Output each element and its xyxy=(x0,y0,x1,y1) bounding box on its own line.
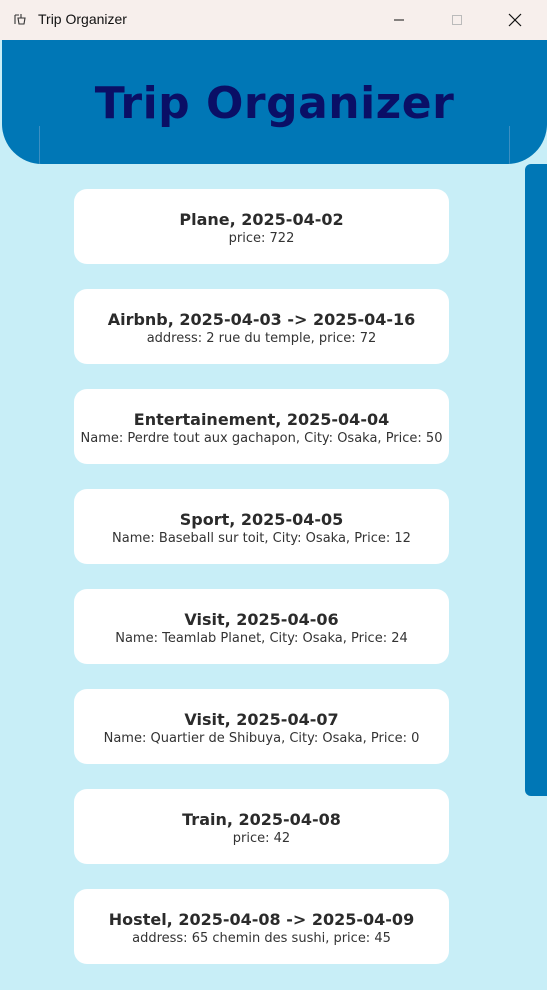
item-title: Plane, 2025-04-02 xyxy=(179,209,344,229)
item-detail: Name: Perdre tout aux gachapon, City: Os… xyxy=(80,430,443,446)
close-button[interactable] xyxy=(492,0,538,40)
header-divider-left xyxy=(39,126,40,164)
minimize-button[interactable] xyxy=(376,0,422,40)
item-detail: Name: Teamlab Planet, City: Osaka, Price… xyxy=(115,630,408,646)
list-item[interactable]: Plane, 2025-04-02 price: 722 xyxy=(74,189,449,264)
item-detail: Name: Baseball sur toit, City: Osaka, Pr… xyxy=(112,530,411,546)
list-item[interactable]: Sport, 2025-04-05 Name: Baseball sur toi… xyxy=(74,489,449,564)
scrollbar-thumb[interactable] xyxy=(525,164,547,796)
item-detail: price: 42 xyxy=(232,830,291,846)
item-detail: address: 2 rue du temple, price: 72 xyxy=(146,330,377,346)
item-title: Airbnb, 2025-04-03 -> 2025-04-16 xyxy=(107,309,416,329)
item-detail: price: 722 xyxy=(228,230,295,246)
item-detail: address: 65 chemin des sushi, price: 45 xyxy=(132,930,391,946)
list-item[interactable]: Entertainement, 2025-04-04 Name: Perdre … xyxy=(74,389,449,464)
app-window: Trip Organizer Trip Organizer Plane, 202… xyxy=(0,0,547,990)
list-item[interactable]: Airbnb, 2025-04-03 -> 2025-04-16 address… xyxy=(74,289,449,364)
close-icon xyxy=(508,13,522,27)
trip-item-list: Plane, 2025-04-02 price: 722 Airbnb, 202… xyxy=(74,189,449,989)
app-header: Trip Organizer xyxy=(2,40,547,164)
item-title: Sport, 2025-04-05 xyxy=(179,509,344,529)
list-item[interactable]: Visit, 2025-04-06 Name: Teamlab Planet, … xyxy=(74,589,449,664)
window-title: Trip Organizer xyxy=(38,11,127,27)
minimize-icon xyxy=(394,19,404,21)
header-divider-right xyxy=(509,126,510,164)
app-icon xyxy=(12,12,28,28)
item-detail: Name: Quartier de Shibuya, City: Osaka, … xyxy=(103,730,420,746)
maximize-icon xyxy=(452,15,462,25)
title-bar[interactable]: Trip Organizer xyxy=(0,0,547,40)
item-title: Visit, 2025-04-07 xyxy=(184,709,339,729)
item-title: Entertainement, 2025-04-04 xyxy=(133,409,390,429)
page-title: Trip Organizer xyxy=(94,78,455,129)
item-title: Train, 2025-04-08 xyxy=(182,809,341,829)
list-item[interactable]: Train, 2025-04-08 price: 42 xyxy=(74,789,449,864)
item-title: Hostel, 2025-04-08 -> 2025-04-09 xyxy=(108,909,415,929)
item-title: Visit, 2025-04-06 xyxy=(184,609,339,629)
list-item[interactable]: Visit, 2025-04-07 Name: Quartier de Shib… xyxy=(74,689,449,764)
maximize-button[interactable] xyxy=(434,0,480,40)
list-item[interactable]: Hostel, 2025-04-08 -> 2025-04-09 address… xyxy=(74,889,449,964)
